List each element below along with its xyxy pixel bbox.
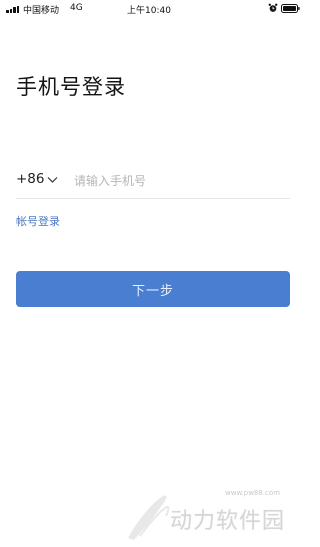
status-bar: 中国移动 4G 上午10:40 [0,0,306,18]
watermark-url: www.pw88.com [225,489,281,497]
chevron-down-icon [47,176,57,183]
next-button[interactable]: 下一步 [16,271,290,307]
network-type-label: 4G [70,3,83,13]
watermark-text: 动力软件园 [170,509,286,534]
account-login-link[interactable]: 帐号登录 [16,213,60,229]
status-time: 上午10:40 [127,6,171,16]
country-code-label: +86 [16,171,45,187]
phone-input-row: +86 [16,168,290,199]
alarm-icon [268,3,278,12]
battery-icon [281,4,300,13]
signal-icon [6,5,22,13]
carrier-label: 中国移动 [23,6,60,16]
page-title: 手机号登录 [16,75,126,99]
country-code-selector[interactable]: +86 [16,171,58,187]
phone-number-input[interactable] [74,169,274,193]
